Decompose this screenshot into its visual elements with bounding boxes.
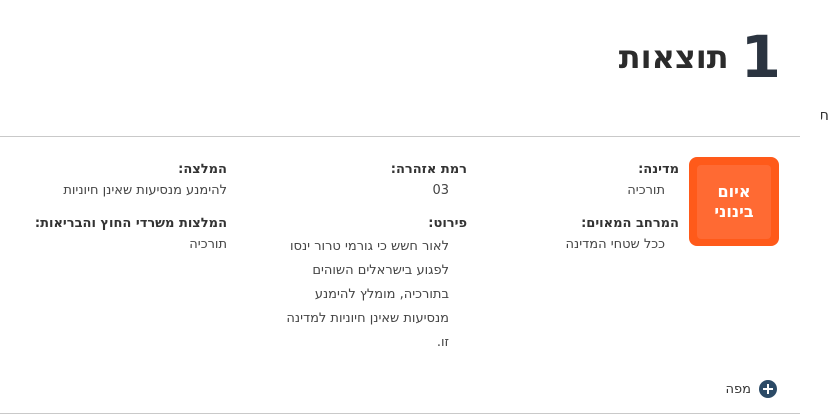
map-label: מפה xyxy=(725,381,751,397)
results-count: 1 xyxy=(740,23,781,91)
detail-text: לאור חשש כי גורמי טרור ינסו לפגוע בישראל… xyxy=(267,235,449,355)
badge-line-1: איום xyxy=(717,182,751,202)
plus-circle-icon xyxy=(759,380,777,398)
region-label: המרחב המאוים: xyxy=(581,216,679,231)
region-value: ככל שטחי המדינה xyxy=(565,237,665,252)
detail-line: בתורכיה, מומלץ להימנע xyxy=(314,287,449,302)
map-toggle[interactable]: מפה xyxy=(726,380,777,398)
warning-level-value: 03 xyxy=(432,183,449,198)
threat-level-badge-text: איום בינוני xyxy=(697,164,771,239)
detail-line: זו. xyxy=(436,335,449,350)
ministries-value: תורכיה xyxy=(189,237,227,252)
detail-line: לאור חשש כי גורמי טרור ינסו xyxy=(289,239,449,254)
country-label: מדינה: xyxy=(638,162,679,177)
country-value: תורכיה xyxy=(627,183,665,198)
detail-label: פירוט: xyxy=(428,216,467,231)
side-text-fragment: ת xyxy=(821,106,829,124)
threat-level-badge: איום בינוני xyxy=(689,157,779,246)
badge-line-2: בינוני xyxy=(714,201,754,221)
top-divider xyxy=(0,136,800,137)
recommendation-value: להימנע מנסיעות שאינן חיוניות xyxy=(63,183,227,198)
bottom-divider xyxy=(0,413,800,414)
detail-line: לפגוע בישראלים השוהים xyxy=(312,263,449,278)
results-label: תוצאות xyxy=(618,38,729,76)
warning-level-label: רמת אזהרה: xyxy=(390,162,467,177)
recommendation-column: המלצה: להימנע מנסיעות שאינן חיוניות המלצ… xyxy=(7,162,227,252)
results-header: תוצאות 1 xyxy=(619,28,781,86)
country-column: מדינה: תורכיה המרחב המאוים: ככל שטחי המד… xyxy=(529,162,679,252)
ministries-label: המלצות משרדי החוץ והבריאות: xyxy=(34,216,227,231)
recommendation-label: המלצה: xyxy=(178,162,227,177)
detail-line: מנסיעות שאינן חיוניות למדינה xyxy=(286,311,449,326)
warning-column: רמת אזהרה: 03 פירוט: לאור חשש כי גורמי ט… xyxy=(267,162,467,355)
